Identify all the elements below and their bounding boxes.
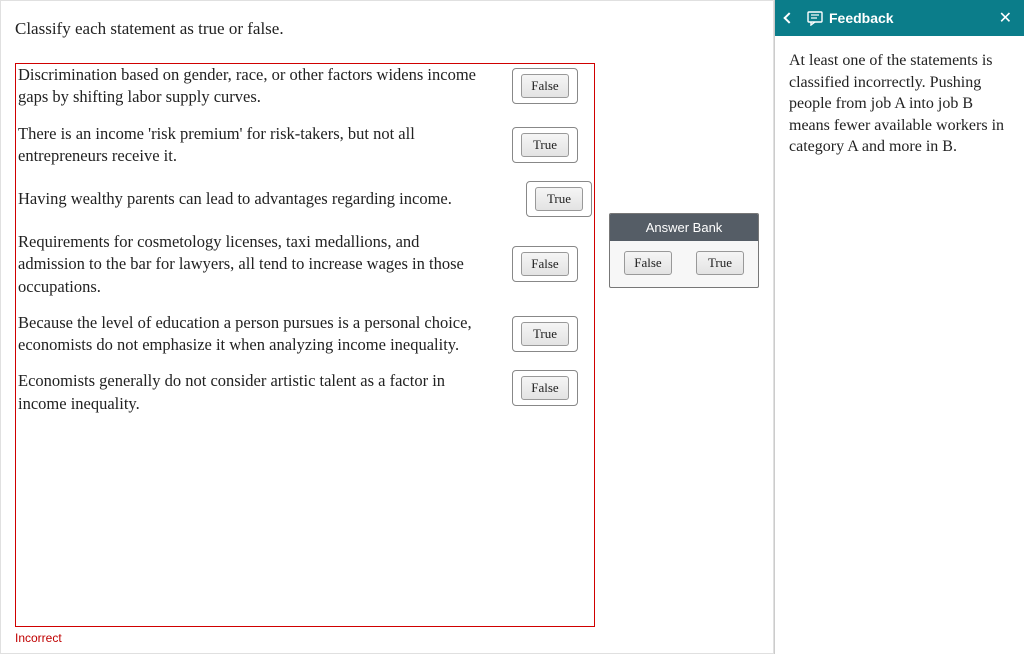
bank-chip-false[interactable]: False	[624, 251, 672, 275]
instruction-text: Classify each statement as true or false…	[15, 19, 759, 39]
statement-text: Discrimination based on gender, race, or…	[18, 64, 498, 109]
feedback-header: Feedback ✕	[775, 0, 1024, 36]
answer-bank: Answer Bank False True	[609, 213, 759, 288]
answer-chip[interactable]: True	[535, 187, 583, 211]
answer-chip[interactable]: False	[521, 74, 569, 98]
answer-chip[interactable]: False	[521, 252, 569, 276]
bank-chip-true[interactable]: True	[696, 251, 744, 275]
statement-text: Economists generally do not consider art…	[18, 370, 498, 415]
feedback-text: At least one of the statements is classi…	[775, 36, 1024, 172]
answer-slot[interactable]: False	[512, 370, 578, 406]
feedback-panel: Feedback ✕ At least one of the statement…	[774, 0, 1024, 654]
close-icon[interactable]: ✕	[997, 8, 1014, 28]
statement-row: Discrimination based on gender, race, or…	[16, 64, 594, 109]
feedback-title: Feedback	[829, 10, 997, 26]
answer-slot[interactable]: True	[512, 316, 578, 352]
statement-text: Because the level of education a person …	[18, 312, 498, 357]
answer-bank-header: Answer Bank	[610, 214, 758, 241]
statement-text: Requirements for cosmetology licenses, t…	[18, 231, 498, 298]
answer-slot[interactable]: False	[512, 68, 578, 104]
statements-drop-zone: Discrimination based on gender, race, or…	[15, 63, 595, 627]
answer-chip[interactable]: False	[521, 376, 569, 400]
answer-chip[interactable]: True	[521, 133, 569, 157]
statement-row: Economists generally do not consider art…	[16, 370, 594, 415]
chevron-left-icon[interactable]	[783, 12, 794, 23]
question-area: Classify each statement as true or false…	[0, 0, 774, 654]
answer-slot[interactable]: True	[512, 127, 578, 163]
statement-text: Having wealthy parents can lead to advan…	[18, 188, 498, 210]
statement-row: Having wealthy parents can lead to advan…	[16, 181, 594, 217]
statement-row: There is an income 'risk premium' for ri…	[16, 123, 594, 168]
statement-row: Because the level of education a person …	[16, 312, 594, 357]
answer-chip[interactable]: True	[521, 322, 569, 346]
answer-slot[interactable]: False	[512, 246, 578, 282]
answer-slot[interactable]: True	[526, 181, 592, 217]
status-text: Incorrect	[15, 627, 759, 645]
statement-row: Requirements for cosmetology licenses, t…	[16, 231, 594, 298]
statement-text: There is an income 'risk premium' for ri…	[18, 123, 498, 168]
feedback-icon	[807, 11, 823, 26]
